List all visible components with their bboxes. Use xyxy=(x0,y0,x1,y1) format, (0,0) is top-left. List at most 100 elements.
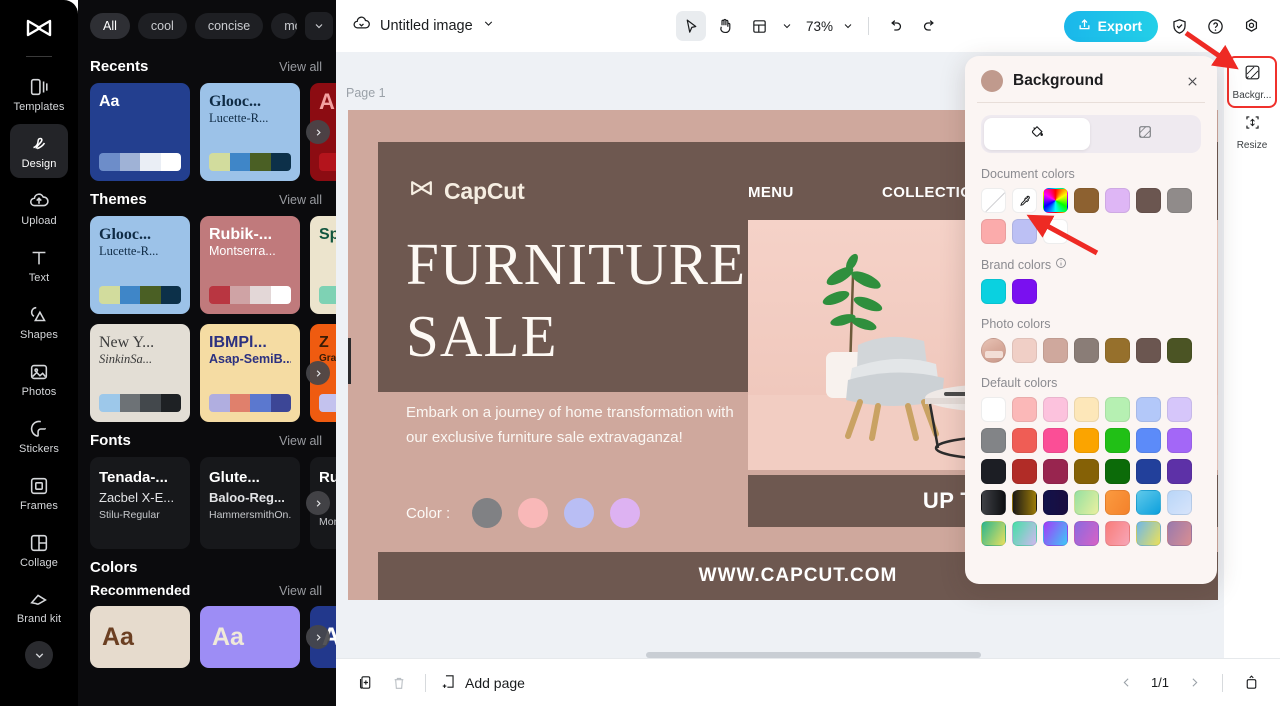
panel-collapse-toggle[interactable] xyxy=(348,338,351,384)
resize-tool-button[interactable]: Resize xyxy=(1229,108,1275,156)
swatch-color[interactable] xyxy=(1105,428,1130,453)
chevron-right-icon[interactable] xyxy=(306,120,330,144)
theme-card[interactable]: Glooc... Lucette-R... xyxy=(90,216,190,314)
layout-tool-button[interactable] xyxy=(744,11,774,41)
swatch-gradient[interactable] xyxy=(1136,521,1161,546)
page-grid-button[interactable] xyxy=(1236,668,1266,698)
filter-chip-all[interactable]: All xyxy=(90,13,130,39)
undo-button[interactable] xyxy=(880,11,910,41)
current-background-swatch[interactable] xyxy=(981,70,1003,92)
chevron-down-icon[interactable] xyxy=(305,12,334,40)
hand-tool-button[interactable] xyxy=(710,11,740,41)
recents-card[interactable]: Aa xyxy=(90,83,190,181)
settings-gear-icon[interactable] xyxy=(1236,11,1266,41)
filter-chip-modern[interactable]: modern xyxy=(271,13,298,39)
swatch-color[interactable] xyxy=(1136,459,1161,484)
pattern-tab[interactable] xyxy=(1093,118,1199,150)
swatch-color[interactable] xyxy=(981,428,1006,453)
chevron-right-icon[interactable] xyxy=(306,625,330,649)
capcut-logo-icon[interactable] xyxy=(22,14,56,44)
sidebar-item-frames[interactable]: Frames xyxy=(10,466,68,520)
swatch-gradient[interactable] xyxy=(981,521,1006,546)
view-all-recents[interactable]: View all xyxy=(279,60,322,74)
zoom-dropdown-icon[interactable] xyxy=(839,11,857,41)
swatch-color[interactable] xyxy=(1105,338,1130,363)
swatch-color[interactable] xyxy=(1012,397,1037,422)
canvas-color-dot[interactable] xyxy=(610,498,641,528)
swatch-transparent[interactable] xyxy=(981,188,1006,213)
swatch-color[interactable] xyxy=(1074,188,1099,213)
prev-page-button[interactable] xyxy=(1111,668,1141,698)
swatch-color[interactable] xyxy=(1167,397,1192,422)
swatch-gradient[interactable] xyxy=(1136,490,1161,515)
swatch-color[interactable] xyxy=(1074,459,1099,484)
close-icon[interactable] xyxy=(1183,72,1201,90)
swatch-color[interactable] xyxy=(1012,338,1037,363)
swatch-gradient[interactable] xyxy=(1167,521,1192,546)
swatch-color[interactable] xyxy=(981,397,1006,422)
next-page-button[interactable] xyxy=(1179,668,1209,698)
swatch-gradient[interactable] xyxy=(981,490,1006,515)
canvas-color-dot[interactable] xyxy=(518,498,549,528)
redo-button[interactable] xyxy=(914,11,944,41)
swatch-gradient[interactable] xyxy=(1105,490,1130,515)
view-all-fonts[interactable]: View all xyxy=(279,434,322,448)
swatch-color[interactable] xyxy=(1074,397,1099,422)
swatch-color[interactable] xyxy=(1105,397,1130,422)
canvas-color-dot[interactable] xyxy=(472,498,503,528)
filter-chip-concise[interactable]: concise xyxy=(194,13,264,39)
swatch-color[interactable] xyxy=(1043,219,1068,244)
swatch-color[interactable] xyxy=(981,459,1006,484)
chevron-down-icon[interactable] xyxy=(778,11,796,41)
font-card[interactable]: Glute... Baloo-Reg... HammersmithOn... xyxy=(200,457,300,549)
theme-card[interactable]: New Y... SinkinSa... xyxy=(90,324,190,422)
swatch-color[interactable] xyxy=(1012,279,1037,304)
swatch-color[interactable] xyxy=(1012,219,1037,244)
swatch-photo-thumbnail[interactable] xyxy=(981,338,1006,363)
theme-card[interactable]: Sp ZY xyxy=(310,216,336,314)
color-palette-card[interactable]: Aa xyxy=(200,606,300,668)
view-all-themes[interactable]: View all xyxy=(279,193,322,207)
chevron-right-icon[interactable] xyxy=(306,491,330,515)
swatch-color[interactable] xyxy=(1136,188,1161,213)
color-palette-card[interactable]: Aa xyxy=(90,606,190,668)
swatch-color[interactable] xyxy=(1136,338,1161,363)
font-card[interactable]: Tenada-... Zacbel X-E... Stilu-Regular xyxy=(90,457,190,549)
select-tool-button[interactable] xyxy=(676,11,706,41)
sidebar-item-photos[interactable]: Photos xyxy=(10,352,68,406)
swatch-gradient[interactable] xyxy=(1012,521,1037,546)
swatch-color[interactable] xyxy=(1167,459,1192,484)
sidebar-item-design[interactable]: Design xyxy=(10,124,68,178)
sidebar-item-upload[interactable]: Upload xyxy=(10,181,68,235)
filter-chip-cool[interactable]: cool xyxy=(137,13,187,39)
recents-card[interactable]: Glooc... Lucette-R... xyxy=(200,83,300,181)
sidebar-item-templates[interactable]: Templates xyxy=(10,67,68,121)
swatch-color[interactable] xyxy=(1136,428,1161,453)
sidebar-item-stickers[interactable]: Stickers xyxy=(10,409,68,463)
eyedropper-icon[interactable] xyxy=(1012,188,1037,213)
swatch-gradient[interactable] xyxy=(1105,521,1130,546)
delete-page-button[interactable] xyxy=(384,668,414,698)
chevron-right-icon[interactable] xyxy=(306,361,330,385)
swatch-color[interactable] xyxy=(1167,428,1192,453)
swatch-color[interactable] xyxy=(1105,459,1130,484)
swatch-color-picker[interactable] xyxy=(1043,188,1068,213)
fill-tab[interactable] xyxy=(984,118,1090,150)
view-all-colors[interactable]: View all xyxy=(279,584,322,598)
sidebar-item-text[interactable]: Text xyxy=(10,238,68,292)
swatch-gradient[interactable] xyxy=(1167,490,1192,515)
swatch-color[interactable] xyxy=(1043,397,1068,422)
sidebar-item-shapes[interactable]: Shapes xyxy=(10,295,68,349)
swatch-gradient[interactable] xyxy=(1012,490,1037,515)
duplicate-page-button[interactable] xyxy=(350,668,380,698)
theme-card[interactable]: IBMPl... Asap-SemiB... xyxy=(200,324,300,422)
swatch-color[interactable] xyxy=(1167,338,1192,363)
sidebar-item-brand-kit[interactable]: Brand kit xyxy=(10,580,68,634)
swatch-color[interactable] xyxy=(1167,188,1192,213)
background-tool-button[interactable]: Backgr... xyxy=(1227,56,1277,108)
add-page-button[interactable]: Add page xyxy=(437,673,525,693)
swatch-gradient[interactable] xyxy=(1043,521,1068,546)
swatch-color[interactable] xyxy=(1012,428,1037,453)
shield-check-icon[interactable] xyxy=(1164,11,1194,41)
canvas-color-dot[interactable] xyxy=(564,498,595,528)
